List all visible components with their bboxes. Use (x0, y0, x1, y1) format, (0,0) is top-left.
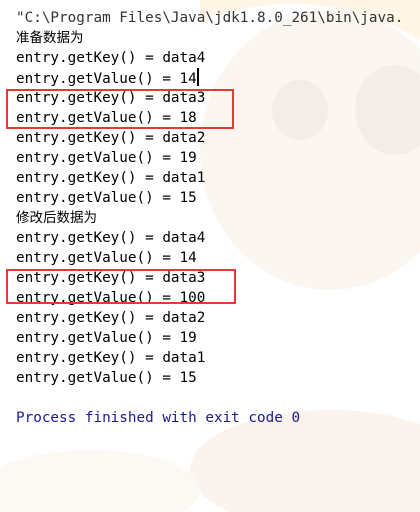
output-line: entry.getValue() = 15 (16, 370, 197, 386)
console-output-panel[interactable]: "C:\Program Files\Java\jdk1.8.0_261\bin\… (0, 0, 420, 512)
exit-message: Process finished with exit code 0 (16, 410, 301, 426)
output-line: entry.getKey() = data4 (16, 230, 206, 246)
output-line: entry.getKey() = data1 (16, 350, 206, 366)
command-line-text: "C:\Program Files\Java\jdk1.8.0_261\bin\… (16, 10, 404, 26)
output-line: entry.getKey() = data2 (16, 130, 206, 146)
output-line: entry.getValue() = 19 (16, 150, 197, 166)
output-line: entry.getValue() = 18 (16, 110, 197, 126)
output-line: entry.getKey() = data1 (16, 170, 206, 186)
output-line: entry.getKey() = data2 (16, 310, 206, 326)
blank-line (16, 388, 403, 408)
output-line: entry.getValue() = 100 (16, 290, 206, 306)
output-line: entry.getValue() = 14 (16, 68, 403, 88)
section-header-after: 修改后数据为 (16, 210, 97, 226)
console-lines: "C:\Program Files\Java\jdk1.8.0_261\bin\… (16, 8, 403, 428)
output-line: entry.getKey() = data4 (16, 50, 206, 66)
output-line: entry.getValue() = 15 (16, 190, 197, 206)
output-line: entry.getKey() = data3 (16, 270, 206, 286)
output-line: entry.getValue() = 14 (16, 250, 197, 266)
section-header-before: 准备数据为 (16, 30, 84, 46)
text-cursor (196, 68, 199, 86)
output-line-text: entry.getValue() = 14 (16, 71, 197, 87)
output-line: entry.getKey() = data3 (16, 90, 206, 106)
output-line: entry.getValue() = 19 (16, 330, 197, 346)
